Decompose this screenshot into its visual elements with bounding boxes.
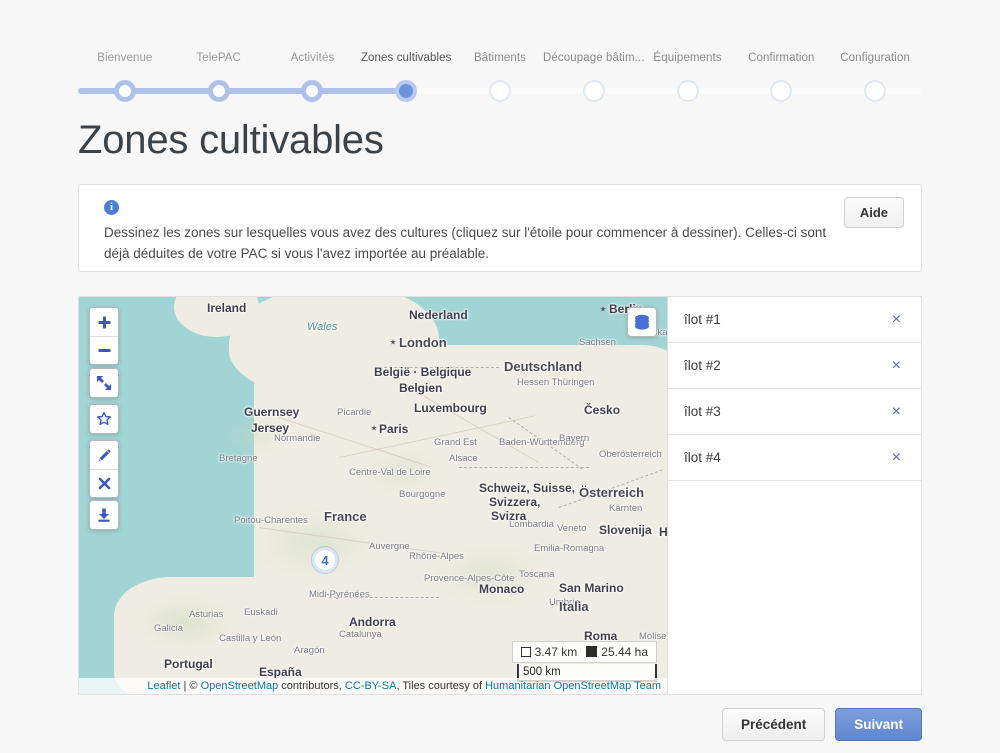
stepper-label-5[interactable]: Découpage bâtim... (543, 52, 645, 64)
map-draw-control[interactable] (89, 440, 119, 498)
attrib-contrib: contributors, (278, 680, 345, 692)
stepper-dot-3[interactable] (395, 80, 418, 102)
map-download-control[interactable] (89, 500, 119, 530)
page-title: Zones cultivables (78, 118, 384, 162)
attrib-sep1: | © (180, 680, 201, 692)
list-item[interactable]: îlot #1 × (668, 297, 921, 343)
stepper-dot-8[interactable] (864, 80, 887, 102)
stepper-label-3[interactable]: Zones cultivables (361, 52, 452, 64)
map-border-line (459, 467, 589, 468)
stepper-label-6[interactable]: Équipements (653, 52, 721, 64)
stepper-labels: Bienvenue TelePAC Activités Zones cultivabl… (78, 52, 922, 74)
stepper-dot-0[interactable] (113, 80, 136, 102)
star-icon[interactable] (90, 405, 118, 433)
ilot-list-panel: îlot #1 × îlot #2 × îlot #3 × îlot #4 × (667, 297, 921, 694)
map-attribution: Leaflet | © OpenStreetMap contributors, … (79, 678, 667, 694)
list-item-label: îlot #2 (684, 358, 721, 373)
remove-ilot-button[interactable]: × (888, 448, 905, 468)
help-button[interactable]: Aide (843, 197, 904, 228)
info-icon: i (104, 200, 119, 215)
measure-area: 25.44 ha (586, 645, 648, 659)
list-item-label: îlot #1 (684, 312, 721, 327)
outline-square-icon (520, 647, 531, 657)
stepper-label-2[interactable]: Activités (291, 52, 335, 64)
list-item[interactable]: îlot #2 × (668, 343, 921, 389)
list-item[interactable]: îlot #4 × (668, 435, 921, 481)
remove-ilot-button[interactable]: × (888, 356, 905, 376)
list-item-label: îlot #4 (684, 450, 721, 465)
map-zoom-control[interactable] (89, 307, 119, 365)
stepper-label-4[interactable]: Bâtiments (474, 52, 526, 64)
map-border-line (379, 367, 499, 368)
download-icon[interactable] (90, 501, 118, 529)
previous-button[interactable]: Précédent (721, 708, 826, 741)
x-icon[interactable] (90, 469, 118, 497)
stepper-dot-5[interactable] (582, 80, 605, 102)
stepper-label-7[interactable]: Confirmation (748, 52, 814, 64)
leaflet-map[interactable]: Ireland Wales London Nederland Berlin Sachsen… (79, 297, 667, 694)
attrib-osm-link[interactable]: OpenStreetMap (201, 680, 279, 692)
measure-perimeter: 3.47 km (520, 645, 577, 659)
zoom-out-button[interactable] (90, 336, 118, 364)
cluster-count: 4 (312, 547, 338, 573)
attrib-tiles: , Tiles courtesy of (396, 680, 486, 692)
attrib-leaflet-link[interactable]: Leaflet (147, 680, 180, 692)
map-cluster-marker[interactable]: 4 (312, 547, 338, 573)
stepper-label-8[interactable]: Configuration (840, 52, 910, 64)
filled-square-icon (586, 646, 598, 657)
stepper-label-1[interactable]: TelePAC (196, 52, 241, 64)
landmass-iberia (114, 577, 374, 694)
stepper-dot-7[interactable] (770, 80, 793, 102)
wizard-footer: Précédent Suivant (721, 708, 922, 741)
list-item[interactable]: îlot #3 × (668, 389, 921, 435)
wizard-stepper: Bienvenue TelePAC Activités Zones cultivabl… (78, 52, 922, 104)
info-panel: i Dessinez les zones sur lesquelles vous… (78, 184, 922, 272)
stepper-label-0[interactable]: Bienvenue (97, 52, 152, 64)
info-panel-text: Dessinez les zones sur lesquelles vous a… (104, 225, 827, 261)
remove-ilot-button[interactable]: × (888, 402, 905, 422)
next-button[interactable]: Suivant (835, 708, 922, 741)
map-star-control[interactable] (89, 404, 119, 434)
stepper-dot-6[interactable] (676, 80, 699, 102)
attrib-hot-link[interactable]: Humanitarian OpenStreetMap Team (485, 680, 661, 692)
map-measurement-readout: 3.47 km 25.44 ha (511, 641, 657, 663)
wizard-page: Bienvenue TelePAC Activités Zones cultivabl… (0, 0, 1000, 753)
zoom-in-button[interactable] (90, 308, 118, 336)
fullscreen-icon[interactable] (90, 369, 118, 397)
map-fullscreen-control[interactable] (89, 368, 119, 398)
remove-ilot-button[interactable]: × (888, 310, 905, 330)
stepper-dot-1[interactable] (207, 80, 230, 102)
list-item-label: îlot #3 (684, 404, 721, 419)
attrib-license-link[interactable]: CC-BY-SA (345, 680, 397, 692)
map-and-list-container: Ireland Wales London Nederland Berlin Sachsen… (78, 296, 922, 695)
stepper-dot-2[interactable] (301, 80, 324, 102)
map-layers-control[interactable] (627, 307, 657, 337)
map-border-line (329, 597, 439, 598)
stepper-dot-4[interactable] (489, 80, 511, 102)
pencil-icon[interactable] (90, 441, 118, 469)
layers-icon (635, 314, 649, 330)
